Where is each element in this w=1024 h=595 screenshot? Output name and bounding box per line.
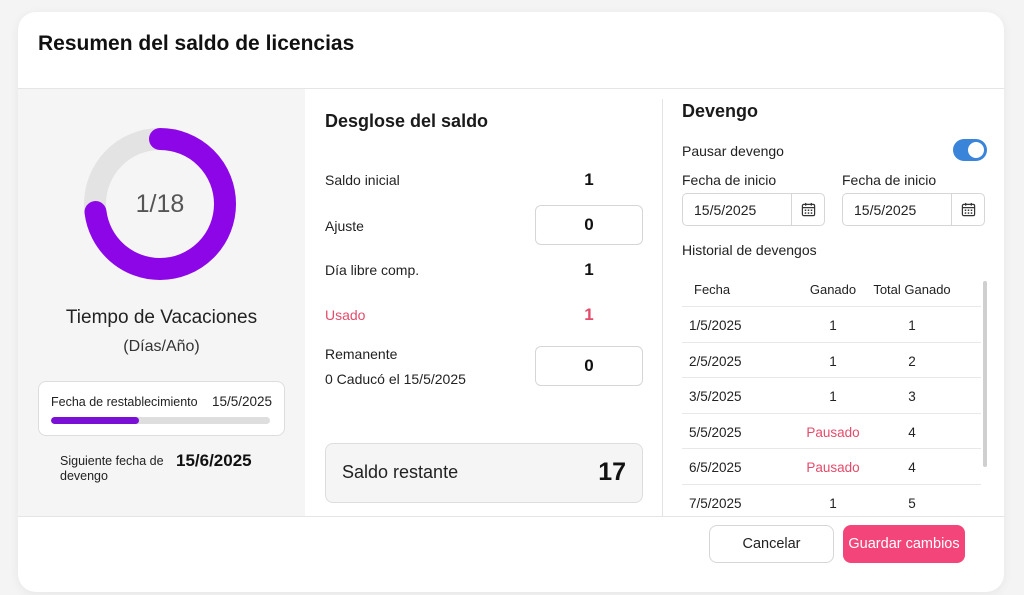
save-changes-button[interactable]: Guardar cambios [843,525,965,563]
next-accrual-label: Siguiente fecha de devengo [60,454,164,483]
start-date-value-2: 15/5/2025 [854,202,917,218]
accrual-history-label: Historial de devengos [682,242,817,258]
breakdown-title: Desglose del saldo [325,111,489,131]
leave-balance-dialog: Resumen del saldo de licencias 1/18 Tiem… [18,12,1004,592]
remaining-balance-card: Saldo restante 17 [325,443,643,503]
calendar-icon[interactable] [961,202,976,217]
footer-divider [18,516,1004,517]
reset-date-card: Fecha de restablecimiento 15/5/2025 [38,381,285,436]
carryover-input[interactable]: 0 [535,346,643,386]
next-accrual-date: 15/6/2025 [176,451,252,470]
dialog-title: Resumen del saldo de licencias [38,32,355,55]
initial-balance-value: 1 [584,170,594,189]
used-label: Usado [325,307,366,323]
donut-center-label: 1/18 [135,189,185,218]
history-total-cell: 5 [908,495,916,511]
table-row: 6/5/2025 Pausado 4 [682,448,981,484]
accrual-title: Devengo [682,101,759,121]
accrual-history-table: Fecha Ganado Total Ganado 1/5/2025 1 1 2/5/… [682,270,981,516]
history-date-cell: 6/5/2025 [689,460,742,475]
pause-accrual-label: Pausar devengo [682,143,784,159]
table-row: 3/5/2025 1 3 [682,377,981,413]
summary-panel: 1/18 Tiempo de Vacaciones (Días/Año) Fec… [18,89,305,516]
carryover-expiry-note: 0 Caducó el 15/5/2025 [325,371,466,387]
history-total-cell: 4 [908,460,916,475]
history-date-cell: 2/5/2025 [689,353,742,369]
column-header-total: Total Ganado [873,282,951,297]
history-earned-cell: Pausado [806,424,860,440]
history-earned-cell: Pausado [806,460,860,475]
history-total-cell: 2 [908,353,916,369]
start-date-field-2[interactable]: 15/5/2025 [842,193,985,226]
history-date-cell: 1/5/2025 [689,318,742,333]
reset-date-label: Fecha de restablecimiento [51,395,198,409]
comp-day-label: Día libre comp. [325,262,420,278]
cancel-button[interactable]: Cancelar [709,525,834,563]
start-date-value-1: 15/5/2025 [694,202,757,218]
history-date-cell: 3/5/2025 [689,389,742,404]
table-row: 7/5/2025 1 5 [682,483,981,517]
adjustment-input[interactable]: 0 [535,205,643,245]
leave-unit: (Días/Año) [123,338,200,355]
column-header-date: Fecha [694,282,731,297]
start-date-field-1[interactable]: 15/5/2025 [682,193,825,226]
date-field-divider [791,194,792,225]
table-row: 1/5/2025 1 1 [682,306,981,342]
reset-progress-bar [51,417,270,424]
history-total-cell: 3 [908,389,916,404]
remaining-balance-value: 17 [598,458,626,486]
leave-type-name: Tiempo de Vacaciones [65,307,258,328]
reset-date-value: 15/5/2025 [211,394,272,409]
adjustment-label: Ajuste [325,218,364,234]
initial-balance-label: Saldo inicial [325,172,400,188]
accrual-panel: Devengo Pausar devengo Fecha de inicio 1… [663,89,1004,516]
reset-progress-fill [51,417,139,424]
history-earned-cell: 1 [829,389,837,404]
start-date-label-1: Fecha de inicio [682,172,777,188]
history-date-cell: 5/5/2025 [689,424,742,440]
history-date-cell: 7/5/2025 [689,495,742,511]
column-header-earned: Ganado [809,282,857,297]
start-date-label-2: Fecha de inicio [842,172,937,188]
toggle-knob [968,142,984,158]
history-earned-cell: 1 [829,318,837,333]
history-total-cell: 4 [908,424,916,440]
balance-breakdown: Desglose del saldo Saldo inicial 1 Ajust… [305,89,662,516]
comp-day-value: 1 [584,260,594,279]
table-row: 5/5/2025 Pausado 4 [682,412,981,449]
calendar-icon[interactable] [801,202,816,217]
history-scrollbar[interactable] [983,281,987,467]
pause-accrual-toggle[interactable] [953,139,987,161]
remaining-balance-label: Saldo restante [342,462,459,482]
carryover-label: Remanente [325,346,398,362]
table-row: 2/5/2025 1 2 [682,341,981,378]
used-value: 1 [584,305,594,324]
date-field-divider [951,194,952,225]
history-earned-cell: 1 [829,495,837,511]
history-earned-cell: 1 [829,353,837,369]
history-total-cell: 1 [908,318,916,333]
